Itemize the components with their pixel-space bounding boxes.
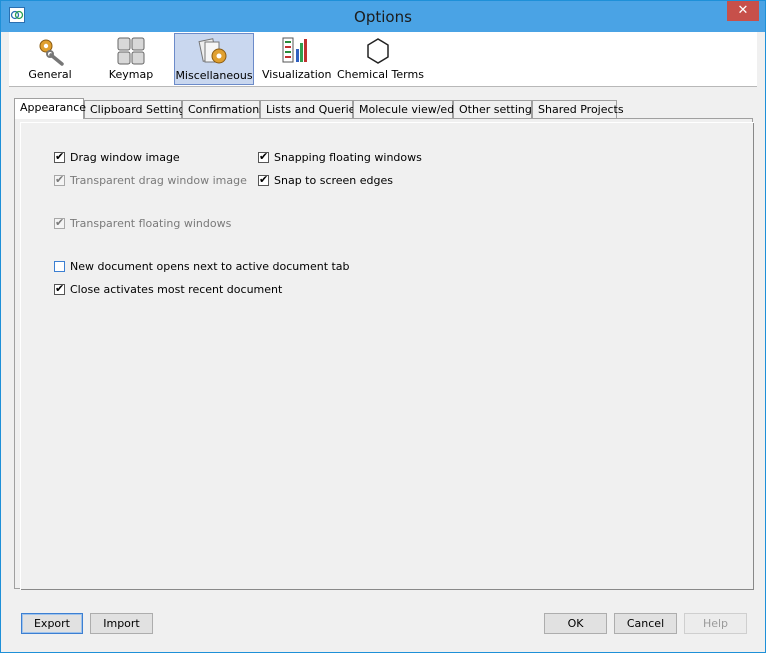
chart-icon (282, 37, 307, 63)
new-document-next-to-active-checkbox[interactable]: New document opens next to active docume… (54, 258, 350, 274)
checkmark-icon: ✔ (259, 172, 269, 186)
wrench-gear-icon (39, 39, 64, 66)
export-button[interactable]: Export (21, 613, 83, 634)
checkbox-label: Transparent floating windows (70, 216, 232, 230)
toolbar-label: Visualization (262, 68, 332, 81)
checkbox-label: Drag window image (70, 150, 180, 164)
checkbox-box[interactable]: ✔ (258, 172, 269, 186)
cancel-button[interactable]: Cancel (614, 613, 677, 634)
checkmark-icon: ✔ (55, 149, 65, 163)
checkmark-icon: ✔ (55, 172, 65, 186)
ok-button[interactable]: OK (544, 613, 607, 634)
category-toolbar: General Keymap Miscellaneous Visualizati… (9, 32, 757, 87)
checkbox-box[interactable]: ✔ (54, 149, 65, 163)
tab-shared-projects[interactable]: Shared Projects (532, 100, 624, 118)
checkbox-box[interactable]: ✔ (258, 149, 269, 163)
tab-appearance[interactable]: Appearance (14, 98, 86, 119)
toolbar-label: General (28, 68, 72, 81)
keyboard-icon (117, 37, 145, 65)
snapping-floating-windows-checkbox[interactable]: ✔ Snapping floating windows (258, 149, 422, 165)
checkbox-label: Snap to screen edges (274, 173, 394, 187)
checkbox-label: Snapping floating windows (274, 150, 422, 164)
checkmark-icon: ✔ (259, 149, 269, 163)
options-window: Options ✕ General Keymap Miscellaneous V… (0, 0, 766, 653)
help-button: Help (684, 613, 747, 634)
toolbar-label: Chemical Terms (337, 68, 424, 81)
checkmark-icon: ✔ (55, 281, 65, 295)
close-button[interactable]: ✕ (727, 1, 759, 21)
toolbar-item-miscellaneous[interactable]: Miscellaneous (174, 33, 254, 85)
checkbox-box[interactable]: ✔ (54, 281, 65, 295)
toolbar-item-visualization[interactable]: Visualization (262, 33, 332, 85)
checkmark-icon: ✔ (55, 215, 65, 229)
appearance-panel: ✔ Drag window image ✔ Transparent drag w… (14, 118, 754, 590)
drag-window-image-checkbox[interactable]: ✔ Drag window image (54, 149, 180, 165)
checkbox-box[interactable] (54, 260, 65, 272)
window-title: Options (354, 8, 412, 26)
tab-clipboard-settings[interactable]: Clipboard Settings (84, 100, 191, 118)
toolbar-label: Miscellaneous (175, 69, 253, 82)
title-bar[interactable]: Options ✕ (1, 1, 765, 32)
close-activates-recent-checkbox[interactable]: ✔ Close activates most recent document (54, 281, 282, 297)
tab-molecule-view-edit[interactable]: Molecule view/edit (353, 100, 462, 118)
toolbar-label: Keymap (108, 68, 154, 81)
checkbox-label: Transparent drag window image (70, 173, 247, 187)
toolbar-item-general[interactable]: General (19, 33, 81, 85)
checkbox-label: New document opens next to active docume… (70, 259, 350, 273)
benzene-icon (367, 38, 389, 64)
appearance-panel-content: ✔ Drag window image ✔ Transparent drag w… (20, 122, 754, 590)
checkbox-box: ✔ (54, 172, 65, 186)
close-icon: ✕ (737, 3, 749, 18)
transparent-floating-windows-checkbox: ✔ Transparent floating windows (54, 215, 231, 231)
toolbar-item-keymap[interactable]: Keymap (101, 33, 161, 85)
transparent-drag-window-image-checkbox: ✔ Transparent drag window image (54, 172, 247, 188)
checkbox-label: Close activates most recent document (70, 282, 283, 296)
tab-confirmations[interactable]: Confirmations (182, 100, 265, 118)
snap-to-screen-edges-checkbox[interactable]: ✔ Snap to screen edges (258, 172, 393, 188)
checkbox-box: ✔ (54, 215, 65, 229)
tab-lists-and-queries[interactable]: Lists and Queries (260, 100, 361, 118)
tab-other-settings[interactable]: Other settings (453, 100, 538, 118)
misc-gear-icon (198, 38, 227, 64)
toolbar-item-chemical-terms[interactable]: Chemical Terms (337, 33, 424, 85)
import-button[interactable]: Import (90, 613, 153, 634)
